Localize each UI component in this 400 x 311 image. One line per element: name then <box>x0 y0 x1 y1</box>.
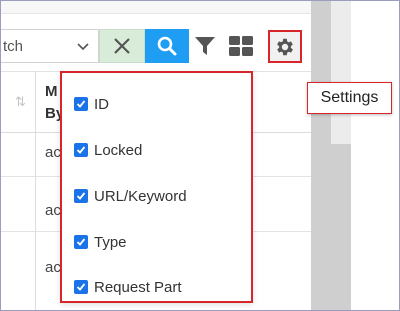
gear-icon <box>277 38 293 55</box>
checkbox-checked[interactable] <box>74 143 88 157</box>
column-chooser-dropdown: ID Locked URL/Keyword Type Request Part <box>60 71 253 303</box>
column-divider <box>35 71 36 310</box>
checkbox-checked[interactable] <box>74 280 88 294</box>
window-frame: tch ⇅ M By ac ac ac ID Locked URL/Keywor… <box>0 0 400 311</box>
settings-tooltip: Settings <box>307 82 392 114</box>
column-option-request-part[interactable]: Request Part <box>74 276 182 298</box>
checkmark-icon <box>76 146 86 154</box>
filter-icon <box>195 37 215 55</box>
column-option-type[interactable]: Type <box>74 231 127 253</box>
column-option-label: URL/Keyword <box>94 187 187 205</box>
scrollbar-thumb[interactable] <box>331 1 351 144</box>
checkbox-checked[interactable] <box>74 235 88 249</box>
sort-icon[interactable]: ⇅ <box>15 94 26 110</box>
search-icon <box>157 36 177 56</box>
page-background <box>351 1 399 310</box>
table-cell: ac <box>45 202 61 219</box>
filter-button[interactable] <box>193 33 217 59</box>
search-field-select[interactable]: tch <box>1 29 99 63</box>
panel-top-strip <box>1 1 311 14</box>
column-option-url-keyword[interactable]: URL/Keyword <box>74 185 187 207</box>
checkmark-icon <box>76 100 86 108</box>
close-icon <box>114 38 130 54</box>
table-cell: ac <box>45 259 61 276</box>
column-option-id[interactable]: ID <box>74 93 109 115</box>
grid-toolbar: tch <box>1 23 311 69</box>
grid-icon <box>229 36 253 56</box>
checkmark-icon <box>76 238 86 246</box>
search-field-value: tch <box>3 38 24 55</box>
column-option-label: Locked <box>94 141 143 159</box>
layout-grid-button[interactable] <box>227 33 255 59</box>
checkmark-icon <box>76 283 86 291</box>
settings-button[interactable] <box>268 30 302 63</box>
clear-search-button[interactable] <box>99 29 145 63</box>
column-option-label: Type <box>94 233 127 251</box>
chevron-down-icon[interactable] <box>76 39 90 53</box>
search-button[interactable] <box>145 29 189 63</box>
checkbox-checked[interactable] <box>74 189 88 203</box>
column-option-locked[interactable]: Locked <box>74 139 142 161</box>
table-cell: ac <box>45 144 61 161</box>
checkbox-checked[interactable] <box>74 97 88 111</box>
column-option-label: ID <box>94 95 109 113</box>
checkmark-icon <box>76 192 86 200</box>
column-option-label: Request Part <box>94 278 182 296</box>
